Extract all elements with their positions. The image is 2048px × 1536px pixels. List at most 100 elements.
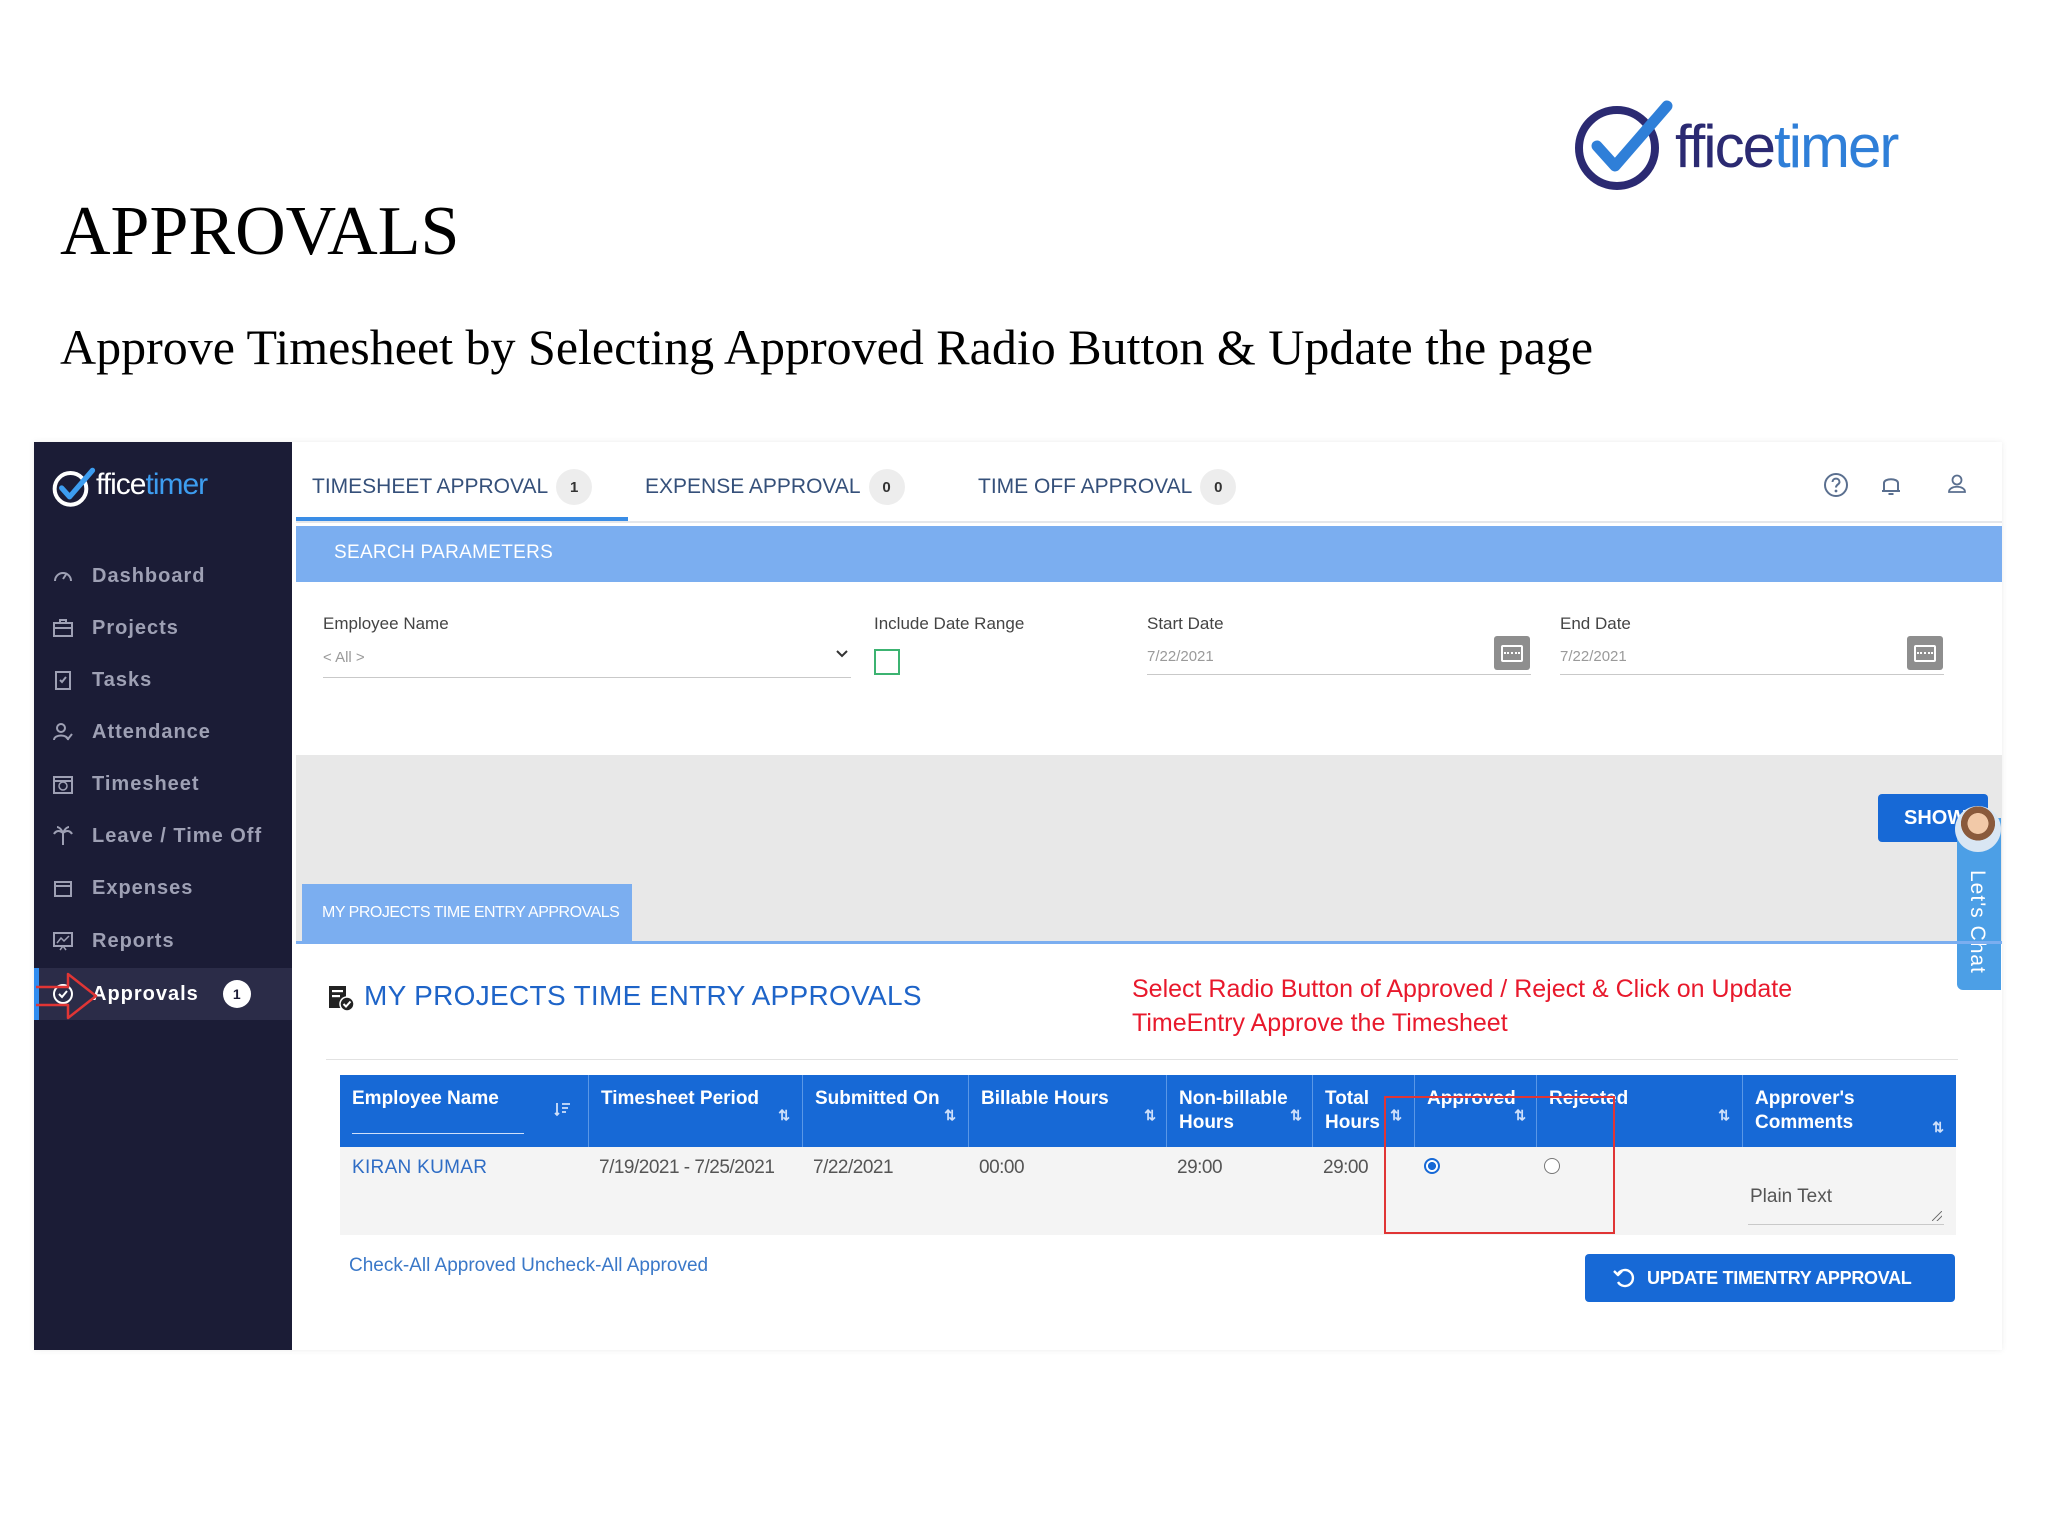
sidebar-item-label: Leave / Time Off: [92, 824, 263, 847]
column-header-non-billable-hours[interactable]: Non-billable Hours ⇅: [1166, 1075, 1314, 1147]
sort-icon[interactable]: ⇅: [1290, 1103, 1302, 1127]
tab-count-badge: 1: [556, 469, 593, 505]
sort-icon[interactable]: ⇅: [1144, 1103, 1156, 1127]
start-date-underline: [1147, 674, 1531, 675]
column-header-employee-name[interactable]: Employee Name: [340, 1075, 588, 1147]
sidebar-logo[interactable]: fficetimer: [52, 458, 272, 518]
calendar-icon[interactable]: [1494, 636, 1530, 670]
cell-timesheet-period: 7/19/2021 - 7/25/2021: [599, 1157, 775, 1178]
sidebar-item-projects[interactable]: Projects: [34, 602, 292, 654]
tab-count-badge: 0: [868, 469, 905, 505]
tab-expense-approval[interactable]: EXPENSE APPROVAL 0: [645, 469, 905, 505]
cell-submitted-on: 7/22/2021: [813, 1157, 894, 1178]
tab-label: TIME OFF APPROVAL: [978, 475, 1193, 498]
sidebar-item-tasks[interactable]: Tasks: [34, 654, 292, 706]
pointer-arrow-icon: [36, 972, 98, 1020]
search-parameters-title: SEARCH PARAMETERS: [334, 542, 554, 563]
cell-employee-name[interactable]: KIRAN KUMAR: [352, 1157, 487, 1179]
sort-icon[interactable]: ⇅: [778, 1103, 790, 1127]
end-date-underline: [1560, 674, 1944, 675]
logo-check-circle-icon: [1575, 100, 1673, 190]
help-icon[interactable]: [1821, 470, 1851, 500]
section-divider: [326, 1059, 1958, 1060]
sidebar-item-leave-time-off[interactable]: Leave / Time Off: [34, 810, 292, 862]
bulk-approve-links: Check-All Approved Uncheck-All Approved: [349, 1255, 708, 1277]
include-date-range-checkbox[interactable]: [874, 649, 900, 675]
sidebar-item-label: Attendance: [92, 720, 211, 743]
approver-comment-textarea[interactable]: Plain Text: [1748, 1178, 1944, 1225]
start-date-input[interactable]: 7/22/2021: [1147, 648, 1214, 665]
cell-non-billable-hours: 29:00: [1177, 1157, 1223, 1178]
end-date-label: End Date: [1560, 614, 1631, 633]
column-header-approvers-comments[interactable]: Approver's Comments ⇅: [1742, 1075, 1956, 1147]
user-icon[interactable]: [1942, 470, 1972, 500]
column-header-submitted-on[interactable]: Submitted On ⇅: [802, 1075, 968, 1147]
sidebar-item-timesheet[interactable]: Timesheet: [34, 758, 292, 810]
sidebar-item-expenses[interactable]: Expenses: [34, 862, 292, 914]
briefcase-icon: [52, 617, 74, 639]
chevron-down-icon[interactable]: [834, 648, 850, 660]
sidebar-item-label: Dashboard: [92, 564, 206, 587]
employee-name-label: Employee Name: [323, 614, 449, 633]
sidebar-item-reports[interactable]: Reports: [34, 915, 292, 967]
bell-icon[interactable]: [1876, 470, 1906, 500]
uncheck-all-approved-link[interactable]: Uncheck-All Approved: [521, 1255, 708, 1276]
sidebar-item-dashboard[interactable]: Dashboard: [34, 550, 292, 602]
sidebar-item-label: Approvals: [92, 982, 199, 1005]
check-all-approved-link[interactable]: Check-All Approved: [349, 1255, 516, 1276]
tab-time-off-approval[interactable]: TIME OFF APPROVAL 0: [978, 469, 1237, 505]
chart-board-icon: [52, 930, 74, 952]
column-header-billable-hours[interactable]: Billable Hours ⇅: [968, 1075, 1168, 1147]
calendar-icon[interactable]: [1907, 636, 1943, 670]
wallet-icon: [52, 877, 74, 899]
tab-my-projects-time-entry-approvals[interactable]: MY PROJECTS TIME ENTRY APPROVALS: [302, 884, 632, 941]
resize-grip-icon[interactable]: [1932, 1211, 1942, 1221]
sidebar-item-label: Timesheet: [92, 772, 200, 795]
sort-icon[interactable]: ⇅: [944, 1103, 956, 1127]
timesheet-approve-icon: [329, 986, 355, 1012]
cell-total-hours: 29:00: [1323, 1157, 1369, 1178]
tab-count-badge: 0: [1200, 469, 1237, 505]
slide-title: APPROVALS: [60, 193, 460, 270]
palm-tree-icon: [52, 825, 74, 847]
gauge-icon: [52, 565, 74, 587]
annotation-highlight-box: [1384, 1096, 1615, 1234]
slide-subtitle: Approve Timesheet by Selecting Approved …: [60, 319, 1594, 375]
instruction-note: Select Radio Button of Approved / Reject…: [1132, 975, 1793, 1037]
sort-icon[interactable]: ⇅: [1718, 1103, 1730, 1127]
sidebar-item-label: Tasks: [92, 668, 153, 691]
tab-timesheet-approval[interactable]: TIMESHEET APPROVAL 1: [312, 469, 593, 505]
sidebar-item-attendance[interactable]: Attendance: [34, 706, 292, 758]
user-check-icon: [52, 721, 74, 743]
sidebar-item-label: Expenses: [92, 876, 194, 899]
clipboard-icon: [52, 669, 74, 691]
sidebar-item-label: Reports: [92, 929, 175, 952]
tab-label: TIMESHEET APPROVAL: [312, 475, 549, 498]
approvals-count-badge: 1: [222, 980, 251, 1008]
sort-icon[interactable]: [554, 1101, 572, 1117]
start-date-label: Start Date: [1147, 614, 1224, 633]
tabs-divider: [296, 521, 2002, 523]
tab-label: EXPENSE APPROVAL: [645, 475, 861, 498]
sidebar: fficetimer Dashboard Projects Tasks Atte…: [34, 442, 292, 1350]
cell-billable-hours: 00:00: [979, 1157, 1025, 1178]
include-date-range-label: Include Date Range: [874, 614, 1025, 633]
update-timentry-approval-button[interactable]: UPDATE TIMENTRY APPROVAL: [1585, 1254, 1955, 1302]
calendar-clock-icon: [52, 773, 74, 795]
employee-name-select[interactable]: < All >: [323, 649, 365, 666]
lets-chat-label: Let's Chat: [1966, 870, 1989, 974]
column-header-timesheet-period[interactable]: Timesheet Period ⇅: [588, 1075, 802, 1147]
sort-icon[interactable]: ⇅: [1932, 1115, 1944, 1139]
chat-agent-avatar[interactable]: [1955, 806, 2001, 852]
search-parameters-header[interactable]: SEARCH PARAMETERS: [296, 526, 2002, 582]
employee-header-underline: [352, 1133, 524, 1134]
sidebar-item-label: Projects: [92, 616, 179, 639]
subtab-divider: [296, 941, 2002, 944]
logo-wordmark: fficetimer: [1675, 113, 1899, 180]
end-date-input[interactable]: 7/22/2021: [1560, 648, 1627, 665]
employee-select-underline: [323, 677, 851, 678]
undo-refresh-icon: [1613, 1268, 1635, 1288]
table-row: [340, 1147, 1956, 1235]
sidebar-logo-wordmark: fficetimer: [96, 468, 208, 501]
section-title: MY PROJECTS TIME ENTRY APPROVALS: [364, 980, 922, 1011]
